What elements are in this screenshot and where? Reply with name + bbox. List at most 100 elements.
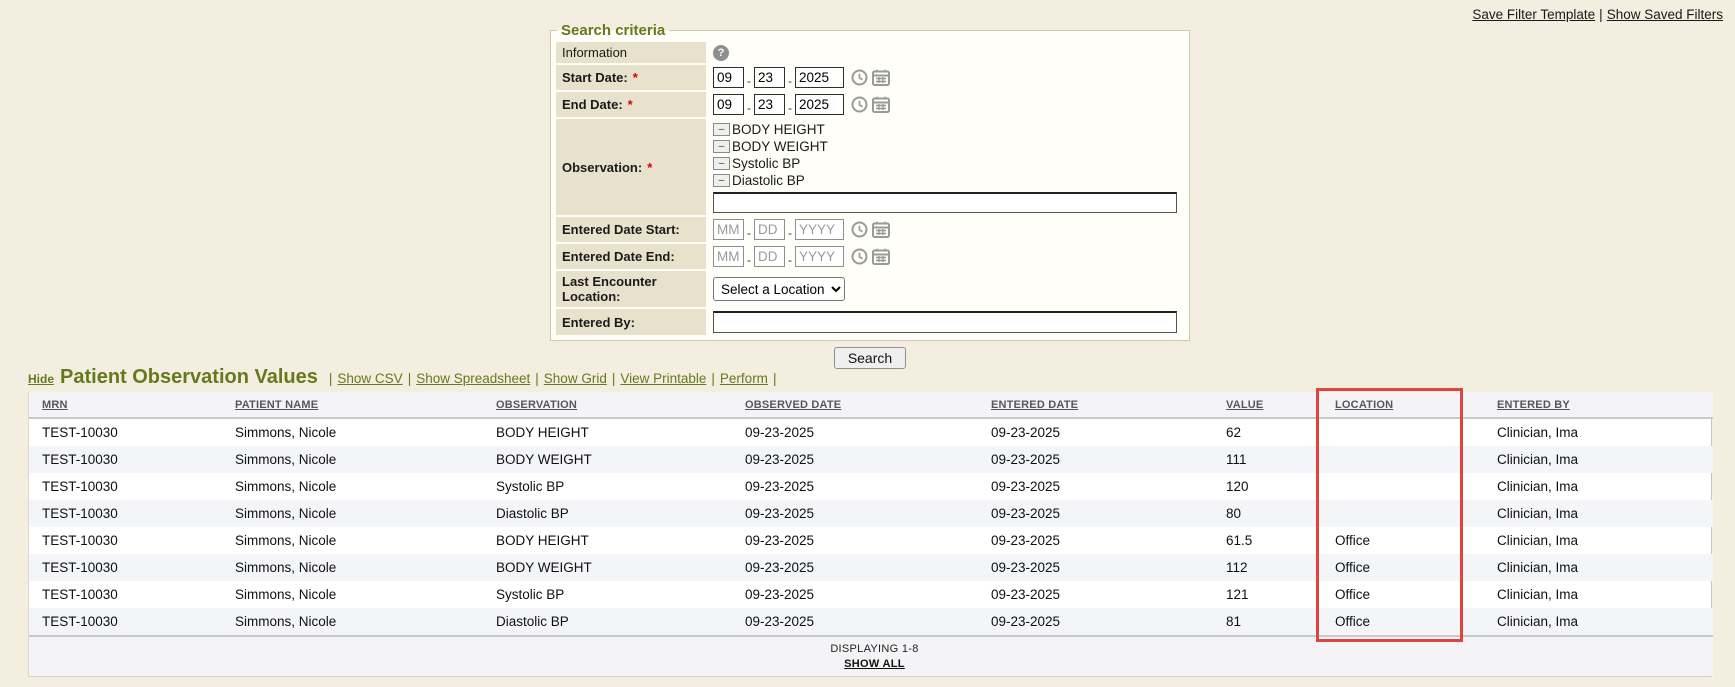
search-criteria-fieldset: Search criteria Information ? Start Date… bbox=[550, 22, 1190, 341]
entered-start-day-input[interactable] bbox=[754, 219, 785, 240]
sort-mrn-header[interactable]: MRN bbox=[42, 399, 68, 411]
entered-start-month-input[interactable] bbox=[713, 219, 744, 240]
information-row: Information ? bbox=[556, 42, 1184, 63]
date-separator: - bbox=[747, 74, 751, 88]
separator: | bbox=[329, 371, 333, 386]
observed-date-cell: 09-23-2025 bbox=[739, 608, 985, 636]
mrn-cell: TEST-10030 bbox=[29, 608, 229, 636]
remove-observation-button[interactable]: – bbox=[713, 140, 730, 153]
end-date-month-input[interactable] bbox=[713, 94, 744, 115]
sort-observation-header[interactable]: OBSERVATION bbox=[496, 399, 577, 411]
calendar-icon[interactable] bbox=[872, 69, 890, 86]
observed-date-cell: 09-23-2025 bbox=[739, 527, 985, 554]
information-label: Information bbox=[556, 42, 706, 63]
observation-item-label: BODY HEIGHT bbox=[732, 121, 825, 138]
last-encounter-location-label: Last Encounter Location: bbox=[556, 271, 706, 307]
start-date-label: Start Date: bbox=[562, 70, 628, 85]
entered-date-cell: 09-23-2025 bbox=[985, 446, 1220, 473]
observation-item-label: Systolic BP bbox=[732, 155, 800, 172]
sort-entered-by-header[interactable]: ENTERED BY bbox=[1497, 399, 1570, 411]
observation-search-input[interactable] bbox=[713, 192, 1177, 213]
start-date-year-input[interactable] bbox=[795, 67, 844, 88]
patient-name-cell: Simmons, Nicole bbox=[229, 446, 490, 473]
start-date-day-input[interactable] bbox=[754, 67, 785, 88]
start-date-month-input[interactable] bbox=[713, 67, 744, 88]
show-all-link[interactable]: SHOW ALL bbox=[844, 658, 905, 670]
end-date-row: End Date:* - - bbox=[556, 92, 1184, 117]
observation-label: Observation: bbox=[562, 160, 642, 175]
show-spreadsheet-link[interactable]: Show Spreadsheet bbox=[416, 371, 530, 386]
entered-date-cell: 09-23-2025 bbox=[985, 527, 1220, 554]
view-printable-link[interactable]: View Printable bbox=[620, 371, 706, 386]
table-row: TEST-10030 Simmons, Nicole Systolic BP 0… bbox=[29, 473, 1713, 500]
location-cell bbox=[1329, 473, 1491, 500]
observed-date-cell: 09-23-2025 bbox=[739, 500, 985, 527]
clock-icon[interactable] bbox=[851, 221, 868, 238]
entered-end-month-input[interactable] bbox=[713, 246, 744, 267]
results-title: Patient Observation Values bbox=[60, 366, 318, 389]
hide-link[interactable]: Hide bbox=[28, 372, 54, 386]
entered-end-year-input[interactable] bbox=[795, 246, 844, 267]
value-cell: 61.5 bbox=[1220, 527, 1329, 554]
end-date-day-input[interactable] bbox=[754, 94, 785, 115]
value-cell: 112 bbox=[1220, 554, 1329, 581]
entered-by-cell: Clinician, Ima bbox=[1491, 500, 1713, 527]
last-encounter-location-row: Last Encounter Location: Select a Locati… bbox=[556, 271, 1184, 307]
date-separator: - bbox=[747, 226, 751, 240]
table-row: TEST-10030 Simmons, Nicole Systolic BP 0… bbox=[29, 581, 1713, 608]
separator: | bbox=[535, 371, 539, 386]
entered-by-cell: Clinician, Ima bbox=[1491, 473, 1713, 500]
entered-end-day-input[interactable] bbox=[754, 246, 785, 267]
mrn-cell: TEST-10030 bbox=[29, 500, 229, 527]
observation-cell: Systolic BP bbox=[490, 581, 739, 608]
separator: | bbox=[408, 371, 412, 386]
entered-by-row: Entered By: bbox=[556, 309, 1184, 335]
observed-date-cell: 09-23-2025 bbox=[739, 581, 985, 608]
location-select[interactable]: Select a Location bbox=[713, 277, 845, 301]
save-filter-template-link[interactable]: Save Filter Template bbox=[1472, 7, 1595, 22]
perform-link[interactable]: Perform bbox=[720, 371, 768, 386]
value-cell: 81 bbox=[1220, 608, 1329, 636]
mrn-cell: TEST-10030 bbox=[29, 418, 229, 446]
observed-date-cell: 09-23-2025 bbox=[739, 473, 985, 500]
observation-cell: BODY HEIGHT bbox=[490, 527, 739, 554]
entered-date-cell: 09-23-2025 bbox=[985, 608, 1220, 636]
entered-date-cell: 09-23-2025 bbox=[985, 418, 1220, 446]
remove-observation-button[interactable]: – bbox=[713, 174, 730, 187]
sort-value-header[interactable]: VALUE bbox=[1226, 399, 1263, 411]
end-date-year-input[interactable] bbox=[795, 94, 844, 115]
entered-by-cell: Clinician, Ima bbox=[1491, 527, 1713, 554]
observation-cell: Diastolic BP bbox=[490, 608, 739, 636]
patient-name-cell: Simmons, Nicole bbox=[229, 500, 490, 527]
sort-entered-date-header[interactable]: ENTERED DATE bbox=[991, 399, 1078, 411]
search-criteria-legend: Search criteria bbox=[557, 22, 669, 39]
show-csv-link[interactable]: Show CSV bbox=[337, 371, 402, 386]
clock-icon[interactable] bbox=[851, 96, 868, 113]
sort-patient-name-header[interactable]: PATIENT NAME bbox=[235, 399, 318, 411]
clock-icon[interactable] bbox=[851, 69, 868, 86]
entered-start-year-input[interactable] bbox=[795, 219, 844, 240]
observation-item: – BODY HEIGHT bbox=[713, 121, 825, 138]
mrn-cell: TEST-10030 bbox=[29, 446, 229, 473]
clock-icon[interactable] bbox=[851, 248, 868, 265]
value-cell: 120 bbox=[1220, 473, 1329, 500]
calendar-icon[interactable] bbox=[872, 221, 890, 238]
entered-by-input[interactable] bbox=[713, 311, 1177, 333]
calendar-icon[interactable] bbox=[872, 248, 890, 265]
sort-observed-date-header[interactable]: OBSERVED DATE bbox=[745, 399, 841, 411]
search-button[interactable]: Search bbox=[834, 347, 906, 369]
show-grid-link[interactable]: Show Grid bbox=[544, 371, 607, 386]
sort-location-header[interactable]: LOCATION bbox=[1335, 399, 1393, 411]
location-cell: Office bbox=[1329, 554, 1491, 581]
help-icon[interactable]: ? bbox=[713, 45, 729, 61]
table-row: TEST-10030 Simmons, Nicole BODY WEIGHT 0… bbox=[29, 446, 1713, 473]
calendar-icon[interactable] bbox=[872, 96, 890, 113]
patient-name-cell: Simmons, Nicole bbox=[229, 473, 490, 500]
show-saved-filters-link[interactable]: Show Saved Filters bbox=[1607, 7, 1723, 22]
entered-date-end-row: Entered Date End: - - bbox=[556, 244, 1184, 269]
observation-cell: Systolic BP bbox=[490, 473, 739, 500]
filter-template-links: Save Filter Template|Show Saved Filters bbox=[1472, 7, 1723, 22]
observation-item: – Diastolic BP bbox=[713, 172, 805, 189]
remove-observation-button[interactable]: – bbox=[713, 157, 730, 170]
remove-observation-button[interactable]: – bbox=[713, 123, 730, 136]
